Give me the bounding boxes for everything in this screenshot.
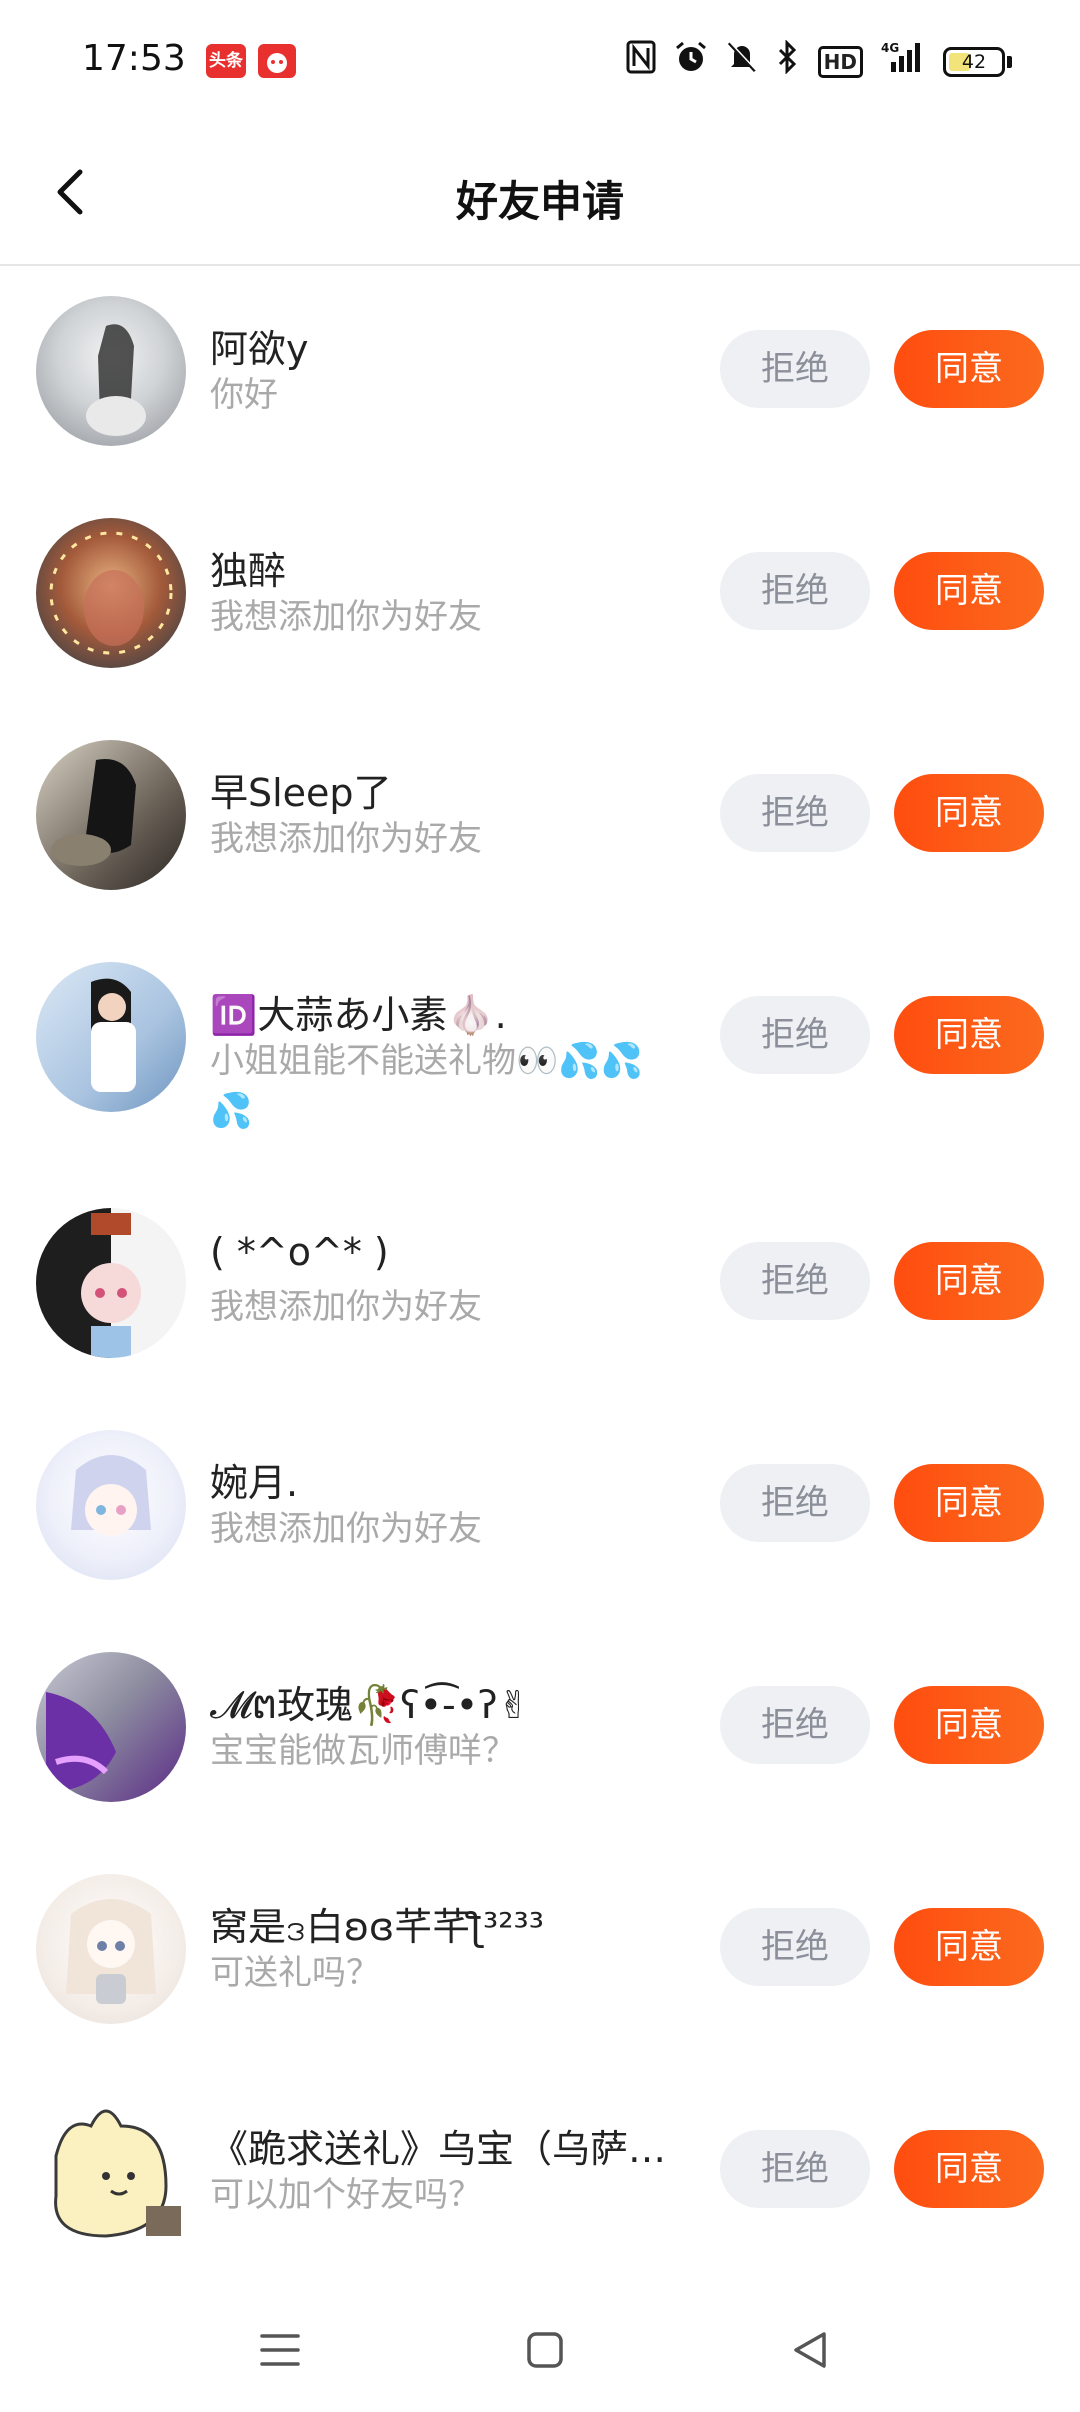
reject-button[interactable]: 拒绝 (720, 330, 870, 408)
page-title: 好友申请 (455, 177, 624, 226)
avatar[interactable] (36, 2096, 186, 2246)
avatar[interactable] (36, 1652, 186, 1802)
request-message: 宝宝能做瓦师傅咩？ (210, 1731, 516, 1771)
reject-button[interactable]: 拒绝 (720, 1242, 870, 1320)
request-message: 可以加个好友吗？ (210, 2175, 482, 2215)
hd-icon: HD (817, 45, 863, 78)
accept-button[interactable]: 同意 (894, 774, 1044, 852)
avatar[interactable] (36, 1208, 186, 1358)
accept-button[interactable]: 同意 (894, 1908, 1044, 1986)
mute-icon (726, 40, 758, 83)
avatar[interactable] (36, 962, 186, 1112)
reject-button[interactable]: 拒绝 (720, 1908, 870, 1986)
request-message: 我想添加你为好友 (210, 1287, 482, 1327)
status-time: 17:53 (82, 38, 186, 79)
request-row: 𝓜ຕ玫瑰🥀ʕ•͡-•ʔ✌ 宝宝能做瓦师傅咩？ 拒绝 同意 (0, 1622, 1080, 1844)
nfc-icon (626, 40, 656, 83)
request-row: 独醉 我想添加你为好友 拒绝 同意 (0, 488, 1080, 710)
requester-name: ( *^o^* ) (210, 1230, 389, 1274)
header-bar: 好友申请 (0, 120, 1080, 266)
accept-button[interactable]: 同意 (894, 1464, 1044, 1542)
reject-button[interactable]: 拒绝 (720, 552, 870, 630)
request-message: 小姐姐能不能送礼物👀💦💦💦 (210, 1041, 644, 1131)
menu-icon[interactable] (250, 2320, 310, 2380)
status-bar: 17:53 头条 HD 4G 42 (0, 0, 1080, 120)
request-row: 🆔大蒜あ小素🧄. 小姐姐能不能送礼物👀💦💦💦 拒绝 同意 (0, 932, 1080, 1178)
request-row: 《跪求送礼》乌宝（乌萨… 可以加个好友吗？ 拒绝 同意 (0, 2066, 1080, 2288)
avatar[interactable] (36, 1874, 186, 2024)
request-message: 可送礼吗？ (210, 1953, 380, 1993)
accept-button[interactable]: 同意 (894, 2130, 1044, 2208)
signal-4g-icon: 4G (881, 40, 925, 83)
request-message: 我想添加你为好友 (210, 1509, 482, 1549)
home-square-icon[interactable] (515, 2320, 575, 2380)
bluetooth-icon (776, 39, 800, 83)
request-message: 你好 (210, 375, 278, 415)
request-row: 窝是ဒ白ʚɞ芊芊ƪ³²³³ 可送礼吗？ 拒绝 同意 (0, 1844, 1080, 2066)
fox-app-icon (258, 44, 296, 78)
requester-name: 《跪求送礼》乌宝（乌萨… (210, 2127, 667, 2171)
avatar[interactable] (36, 296, 186, 446)
reject-button[interactable]: 拒绝 (720, 1686, 870, 1764)
requester-name: 🆔大蒜あ小素🧄. (210, 993, 507, 1037)
alarm-icon (674, 40, 708, 83)
requester-name: 独醉 (210, 549, 287, 593)
toutiao-app-icon: 头条 (206, 44, 246, 78)
requester-name: 阿欲y (210, 327, 309, 371)
status-icons: HD 4G 42 (626, 39, 1012, 83)
reject-button[interactable]: 拒绝 (720, 1464, 870, 1542)
battery-level: 42 (961, 50, 987, 73)
accept-button[interactable]: 同意 (894, 996, 1044, 1074)
requester-name: 婉月. (210, 1461, 299, 1505)
request-message: 我想添加你为好友 (210, 819, 482, 859)
request-row: ( *^o^* ) 我想添加你为好友 拒绝 同意 (0, 1178, 1080, 1400)
svg-text:4G: 4G (881, 41, 899, 55)
accept-button[interactable]: 同意 (894, 330, 1044, 408)
avatar[interactable] (36, 740, 186, 890)
avatar[interactable] (36, 518, 186, 668)
request-row: 阿欲y 你好 拒绝 同意 (0, 266, 1080, 488)
accept-button[interactable]: 同意 (894, 1686, 1044, 1764)
requester-name: 𝓜ຕ玫瑰🥀ʕ•͡-•ʔ✌ (210, 1683, 530, 1727)
battery-indicator: 42 (943, 46, 1012, 77)
request-row: 早Sleep了 我想添加你为好友 拒绝 同意 (0, 710, 1080, 932)
requester-name: 早Sleep了 (210, 771, 392, 815)
avatar[interactable] (36, 1430, 186, 1580)
reject-button[interactable]: 拒绝 (720, 2130, 870, 2208)
accept-button[interactable]: 同意 (894, 552, 1044, 630)
accept-button[interactable]: 同意 (894, 1242, 1044, 1320)
reject-button[interactable]: 拒绝 (720, 996, 870, 1074)
request-row: 婉月. 我想添加你为好友 拒绝 同意 (0, 1400, 1080, 1622)
system-nav-bar (0, 2290, 1080, 2412)
reject-button[interactable]: 拒绝 (720, 774, 870, 852)
back-triangle-icon[interactable] (780, 2320, 840, 2380)
request-message: 我想添加你为好友 (210, 597, 482, 637)
